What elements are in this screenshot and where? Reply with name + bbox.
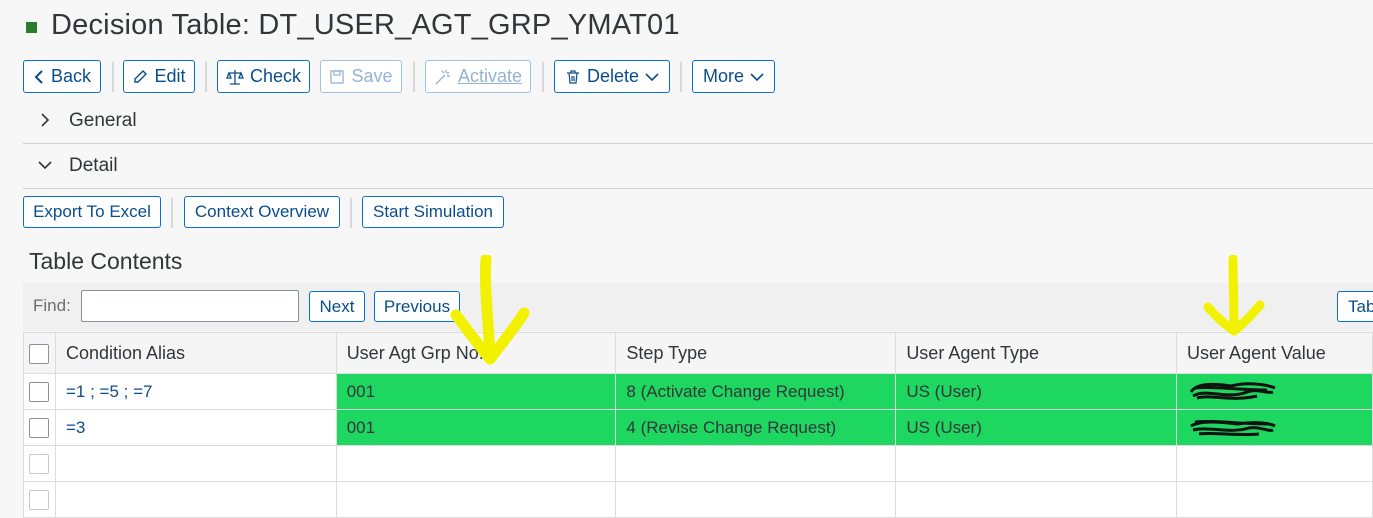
back-button[interactable]: Back	[23, 60, 101, 93]
table-row[interactable]: =1 ; =5 ; =7 001 8 (Activate Change Requ…	[23, 373, 1373, 410]
next-label: Next	[319, 296, 355, 316]
detail-section-label: Detail	[69, 155, 118, 176]
find-toolbar: Find: Next Previous Table	[23, 283, 1373, 331]
check-button[interactable]: Check	[217, 60, 310, 93]
row-checkbox[interactable]	[29, 489, 49, 510]
row-checkbox[interactable]	[29, 417, 49, 438]
table-row[interactable]: =3 001 4 (Revise Change Request) US (Use…	[23, 409, 1373, 446]
back-label: Back	[50, 66, 92, 86]
column-header[interactable]: User Agent Value	[1176, 332, 1373, 374]
delete-button[interactable]: Delete	[554, 60, 670, 93]
context-label: Context Overview	[194, 202, 330, 221]
simulation-label: Start Simulation	[373, 202, 493, 221]
edit-button[interactable]: Edit	[123, 60, 195, 93]
find-label: Find:	[33, 296, 71, 315]
pencil-icon	[134, 69, 148, 83]
more-button[interactable]: More	[692, 60, 775, 93]
balance-scale-icon	[226, 69, 244, 85]
user-agt-grp-cell[interactable]: 001	[335, 373, 617, 410]
column-header[interactable]: User Agent Type	[895, 332, 1178, 374]
save-label: Save	[351, 66, 393, 86]
chevron-right-icon	[41, 113, 50, 127]
chevron-down-icon	[645, 72, 659, 81]
chevron-left-icon	[34, 69, 43, 84]
step-type-cell[interactable]: 8 (Activate Change Request)	[615, 373, 897, 410]
condition-alias-cell[interactable]: =1 ; =5 ; =7	[54, 373, 337, 410]
chevron-down-icon	[38, 161, 52, 170]
annotation-arrow-icon	[450, 255, 530, 365]
delete-label: Delete	[586, 66, 640, 86]
table-button-label: Table	[1348, 296, 1373, 316]
object-status-icon	[26, 22, 37, 33]
user-agent-type-cell[interactable]: US (User)	[895, 409, 1178, 446]
row-checkbox[interactable]	[29, 381, 49, 402]
condition-alias-cell[interactable]: =3	[54, 409, 337, 446]
select-all-cell	[23, 332, 56, 374]
table-contents-title: Table Contents	[29, 248, 183, 274]
save-button[interactable]: Save	[320, 60, 402, 93]
check-label: Check	[249, 66, 301, 86]
column-header[interactable]: Step Type	[615, 332, 897, 374]
column-header[interactable]: Condition Alias	[54, 332, 337, 374]
step-type-cell[interactable]: 4 (Revise Change Request)	[615, 409, 897, 446]
context-overview-button[interactable]: Context Overview	[184, 196, 340, 228]
chevron-down-icon	[750, 72, 764, 81]
page-title: Decision Table: DT_USER_AGT_GRP_YMAT01	[51, 9, 680, 41]
decision-table: Condition Alias User Agt Grp No. Step Ty…	[23, 332, 1373, 518]
redaction-scribble	[1190, 419, 1276, 437]
start-simulation-button[interactable]: Start Simulation	[362, 196, 504, 228]
more-label: More	[702, 66, 744, 86]
general-section-header[interactable]: General	[23, 100, 1373, 144]
trash-icon	[566, 69, 579, 84]
activate-label: Activate	[457, 66, 522, 86]
row-checkbox[interactable]	[29, 453, 49, 474]
user-agent-value-cell[interactable]	[1176, 409, 1373, 446]
general-section-label: General	[69, 110, 137, 131]
user-agent-value-cell[interactable]	[1176, 373, 1373, 410]
find-input[interactable]	[81, 290, 299, 322]
save-icon	[330, 69, 345, 84]
table-row[interactable]	[23, 445, 1373, 482]
user-agent-type-cell[interactable]: US (User)	[895, 373, 1178, 410]
edit-label: Edit	[154, 66, 186, 86]
table-settings-button[interactable]: Table	[1337, 291, 1373, 322]
redaction-scribble	[1189, 382, 1276, 400]
annotation-arrow-icon	[1203, 255, 1265, 336]
export-to-excel-button[interactable]: Export To Excel	[23, 196, 161, 228]
detail-section-header[interactable]: Detail	[23, 145, 1373, 189]
magic-wand-icon	[435, 69, 450, 84]
activate-button[interactable]: Activate	[425, 60, 531, 93]
table-header-row: Condition Alias User Agt Grp No. Step Ty…	[23, 332, 1373, 374]
export-label: Export To Excel	[33, 202, 151, 221]
page-header: Decision Table: DT_USER_AGT_GRP_YMAT01	[0, 0, 1373, 56]
select-all-checkbox[interactable]	[29, 343, 49, 364]
next-button[interactable]: Next	[309, 291, 365, 322]
previous-label: Previous	[383, 296, 451, 316]
user-agt-grp-cell[interactable]: 001	[335, 409, 617, 446]
